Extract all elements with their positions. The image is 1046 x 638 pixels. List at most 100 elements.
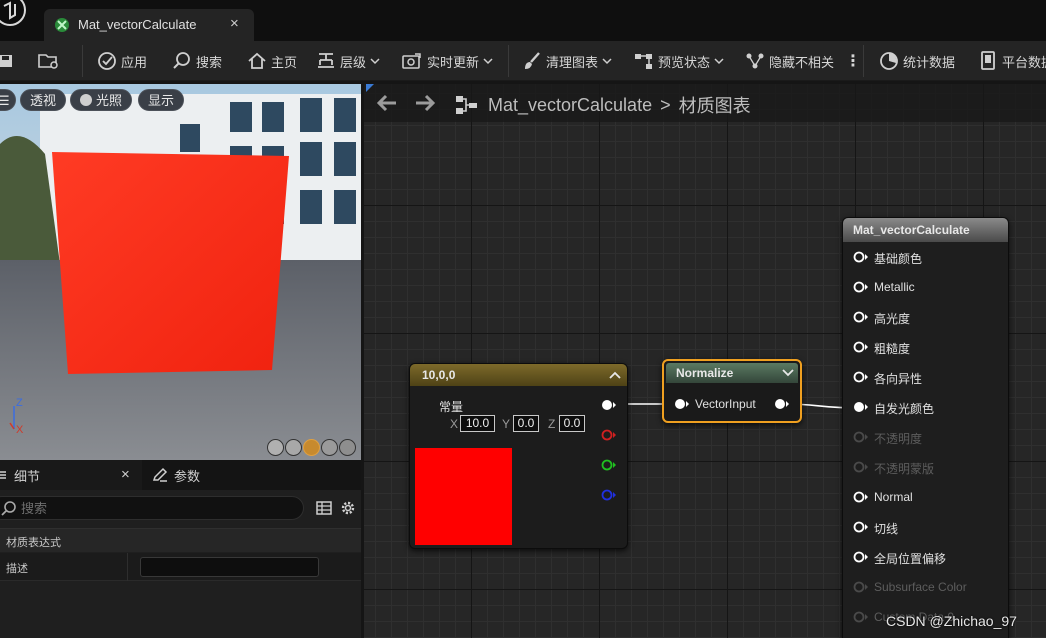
stats-label: 统计数据 (903, 54, 956, 70)
z-value-field[interactable]: 0.0 (559, 415, 585, 432)
x-value-field[interactable]: 10.0 (460, 415, 495, 432)
material-pin-label: 各向异性 (874, 372, 923, 386)
cube-shape-icon[interactable] (321, 439, 338, 456)
rgb-output-pin[interactable] (601, 398, 617, 412)
r-output-pin[interactable] (601, 428, 617, 442)
material-input-pin[interactable] (853, 310, 869, 324)
material-expression-section[interactable]: 材质表达式 (0, 528, 361, 552)
material-input-pin[interactable] (853, 520, 869, 534)
lit-button[interactable]: 光照 (70, 89, 133, 111)
axis-z-label: Z (16, 397, 23, 409)
stats-button[interactable]: 统计数据 (879, 41, 955, 81)
material-input-pin[interactable] (853, 250, 869, 264)
material-asset-icon (55, 18, 69, 32)
constant-node-header[interactable]: 10,0,0 (410, 364, 627, 386)
hide-unrelated-icon (746, 53, 764, 69)
material-input-pin[interactable] (853, 490, 869, 504)
table-view-icon[interactable] (316, 500, 332, 516)
constant-vector-node[interactable]: 10,0,0 常量 X 10.0 Y 0.0 Z 0.0 (409, 363, 628, 549)
material-input-pin[interactable] (853, 400, 869, 414)
y-value-field[interactable]: 0.0 (513, 415, 539, 432)
cylinder-shape-icon[interactable] (267, 439, 284, 456)
home-label: 主页 (271, 54, 298, 70)
expand-chevron-icon[interactable] (782, 368, 794, 378)
apply-button[interactable]: 应用 (97, 41, 147, 81)
watermark-text: CSDN @Zhichao_97 (886, 613, 1017, 629)
description-label: 描述 (6, 563, 28, 575)
chevron-down-icon (602, 58, 612, 65)
brush-icon (525, 52, 540, 69)
search-button[interactable]: 搜索 (172, 41, 222, 81)
stats-icon (880, 52, 898, 70)
normalize-node[interactable]: Normalize VectorInput (662, 359, 802, 423)
material-input-pin[interactable] (853, 280, 869, 294)
show-button[interactable]: 显示 (138, 89, 185, 111)
details-search-box[interactable] (0, 496, 304, 520)
material-input-pin (853, 431, 868, 443)
live-update-dropdown[interactable]: 实时更新 (401, 41, 493, 81)
preview-state-label: 预览状态 (658, 54, 711, 70)
save-button[interactable] (0, 41, 14, 81)
collapse-chevron-icon[interactable] (609, 370, 621, 380)
material-input-pin (853, 581, 868, 593)
details-tab-bar: 细节 × 参数 (0, 460, 361, 490)
material-input-pin[interactable] (853, 370, 869, 384)
save-icon (0, 55, 12, 67)
details-panel: 细节 × 参数 材质表达式 描述 (0, 460, 361, 638)
tab-parameters-label: 参数 (174, 468, 201, 484)
material-input-pin (853, 461, 868, 473)
normalize-node-header[interactable]: Normalize (666, 363, 798, 383)
browse-button[interactable] (38, 41, 60, 81)
clean-graph-label: 清理图表 (546, 54, 599, 70)
plane-shape-icon[interactable] (303, 439, 320, 456)
perspective-button[interactable]: 透视 (20, 89, 67, 111)
constant-color-preview (415, 448, 512, 545)
material-pin-label: 不透明度 (874, 432, 923, 446)
unreal-logo-icon[interactable] (0, 0, 30, 36)
details-tab-close-button[interactable]: × (121, 466, 130, 483)
tab-close-button[interactable]: × (230, 15, 239, 32)
material-output-node[interactable]: Mat_vectorCalculate 基础颜色 Metallic 高光度 粗糙度 各向… (842, 217, 1009, 638)
parameters-edit-icon (152, 467, 168, 482)
description-field[interactable] (140, 557, 319, 577)
live-update-icon (402, 53, 421, 69)
details-search-input[interactable] (21, 500, 281, 516)
material-pin-label: 自发光颜色 (874, 402, 935, 416)
preview-state-dropdown[interactable]: 预览状态 (634, 41, 724, 81)
material-node-title: Mat_vectorCalculate (853, 223, 970, 237)
material-pin-label: 基础颜色 (874, 252, 923, 266)
hide-unrelated-label: 隐藏不相关 (769, 54, 835, 70)
document-tab[interactable]: Mat_vectorCalculate × (44, 9, 254, 41)
vector-input-label: VectorInput (695, 397, 756, 411)
hierarchy-icon (318, 53, 334, 68)
g-output-pin[interactable] (601, 458, 617, 472)
clean-graph-dropdown[interactable]: 清理图表 (522, 41, 612, 81)
chevron-down-icon (370, 58, 380, 65)
teapot-shape-icon[interactable] (339, 439, 356, 456)
preview-viewport[interactable]: ☰ 透视 光照 显示 Z X (0, 84, 361, 460)
viewport-scene (0, 84, 361, 460)
browse-folder-icon (38, 54, 58, 69)
sphere-shape-icon[interactable] (285, 439, 302, 456)
material-graph-canvas[interactable]: Mat_vectorCalculate > 材质图表 10,0,0 常量 X 1… (364, 84, 1046, 638)
live-update-label: 实时更新 (427, 54, 480, 70)
b-output-pin[interactable] (601, 488, 617, 502)
details-icon (0, 471, 6, 479)
hide-unrelated-button[interactable]: 隐藏不相关 (745, 41, 834, 81)
description-row: 描述 (0, 553, 361, 581)
normalize-output-pin[interactable] (774, 397, 790, 411)
vector-input-pin[interactable] (674, 397, 690, 411)
tab-parameters[interactable]: 参数 (152, 460, 200, 490)
material-node-header[interactable]: Mat_vectorCalculate (843, 218, 1008, 242)
material-input-pin[interactable] (853, 340, 869, 354)
toolbar-divider (508, 45, 509, 77)
hierarchy-dropdown[interactable]: 层级 (316, 41, 380, 81)
tab-details[interactable]: 细节 (0, 460, 40, 490)
platform-stats-button[interactable]: 平台数据 (980, 41, 1046, 81)
home-button[interactable]: 主页 (247, 41, 297, 81)
constant-label: 常量 (439, 400, 464, 414)
home-icon (248, 52, 266, 69)
more-options-button[interactable]: ⋮ (845, 41, 861, 81)
settings-gear-icon[interactable] (340, 500, 356, 516)
material-input-pin[interactable] (853, 550, 869, 564)
